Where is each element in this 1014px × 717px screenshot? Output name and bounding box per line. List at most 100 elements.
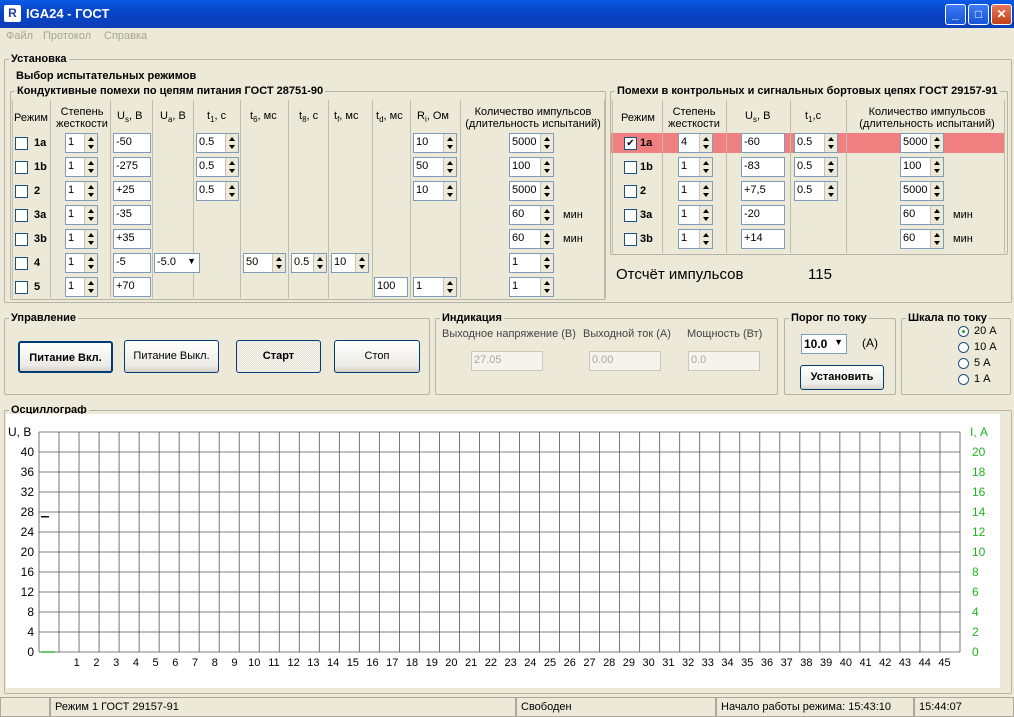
r-count-spinner[interactable]: 60 (900, 205, 944, 225)
us-field[interactable]: -275 (113, 157, 151, 177)
us-field[interactable]: -35 (113, 205, 151, 225)
t1-spinner[interactable]: 0.5 (196, 157, 239, 177)
mode-checkbox[interactable] (15, 209, 28, 222)
spinner-arrows-icon[interactable] (84, 182, 97, 200)
spinner-arrows-icon[interactable] (443, 278, 456, 296)
mode-checkbox[interactable] (15, 233, 28, 246)
count-spinner[interactable]: 5000 (509, 133, 554, 153)
spinner-arrows-icon[interactable] (699, 134, 712, 152)
r-us-field[interactable]: -20 (741, 205, 785, 225)
tf-spinner[interactable]: 10 (331, 253, 369, 273)
r-severity-spinner[interactable]: 1 (678, 229, 713, 249)
ri-spinner[interactable]: 50 (413, 157, 457, 177)
mode-checkbox[interactable] (15, 281, 28, 294)
spinner-arrows-icon[interactable] (225, 158, 238, 176)
spinner-arrows-icon[interactable] (225, 134, 238, 152)
spinner-arrows-icon[interactable] (930, 206, 943, 224)
t1-spinner[interactable]: 0.5 (196, 133, 239, 153)
us-field[interactable]: -50 (113, 133, 151, 153)
spinner-arrows-icon[interactable] (540, 278, 553, 296)
spinner-arrows-icon[interactable] (84, 134, 97, 152)
r-t1-spinner[interactable]: 0.5 (794, 181, 838, 201)
severity-spinner[interactable]: 1 (65, 253, 98, 273)
spinner-arrows-icon[interactable] (84, 206, 97, 224)
spinner-arrows-icon[interactable] (824, 182, 837, 200)
scale-radio[interactable] (958, 374, 969, 385)
t6-spinner[interactable]: 50 (243, 253, 286, 273)
spinner-arrows-icon[interactable] (540, 230, 553, 248)
r-count-spinner[interactable]: 100 (900, 157, 944, 177)
t8-spinner[interactable]: 0.5 (291, 253, 327, 273)
r-mode-checkbox[interactable]: ✔ (624, 137, 637, 150)
mode-checkbox[interactable] (15, 185, 28, 198)
scale-radio[interactable] (958, 358, 969, 369)
spinner-arrows-icon[interactable] (824, 134, 837, 152)
r-count-spinner[interactable]: 5000 (900, 133, 944, 153)
spinner-arrows-icon[interactable] (540, 182, 553, 200)
spinner-arrows-icon[interactable] (699, 158, 712, 176)
r-us-field[interactable]: +7,5 (741, 181, 785, 201)
r-severity-spinner[interactable]: 1 (678, 205, 713, 225)
severity-spinner[interactable]: 1 (65, 133, 98, 153)
us-field[interactable]: +25 (113, 181, 151, 201)
scale-radio[interactable] (958, 326, 969, 337)
r-count-spinner[interactable]: 5000 (900, 181, 944, 201)
us-field[interactable]: +70 (113, 277, 151, 297)
ri-spinner[interactable]: 10 (413, 181, 457, 201)
spinner-arrows-icon[interactable] (272, 254, 285, 272)
spinner-arrows-icon[interactable] (930, 182, 943, 200)
severity-spinner[interactable]: 1 (65, 205, 98, 225)
spinner-arrows-icon[interactable] (930, 158, 943, 176)
spinner-arrows-icon[interactable] (540, 134, 553, 152)
r-mode-checkbox[interactable] (624, 161, 637, 174)
r-severity-spinner[interactable]: 1 (678, 181, 713, 201)
mode-checkbox[interactable] (15, 257, 28, 270)
t1-spinner[interactable]: 0.5 (196, 181, 239, 201)
spinner-arrows-icon[interactable] (540, 158, 553, 176)
spinner-arrows-icon[interactable] (930, 230, 943, 248)
spinner-arrows-icon[interactable] (699, 206, 712, 224)
count-spinner[interactable]: 1 (509, 253, 554, 273)
count-spinner[interactable]: 1 (509, 277, 554, 297)
spinner-arrows-icon[interactable] (84, 230, 97, 248)
scale-radio[interactable] (958, 342, 969, 353)
count-spinner[interactable]: 100 (509, 157, 554, 177)
severity-spinner[interactable]: 1 (65, 277, 98, 297)
spinner-arrows-icon[interactable] (84, 254, 97, 272)
spinner-arrows-icon[interactable] (225, 182, 238, 200)
ri-spinner[interactable]: 1 (413, 277, 457, 297)
count-spinner[interactable]: 60 (509, 229, 554, 249)
spinner-arrows-icon[interactable] (540, 206, 553, 224)
severity-spinner[interactable]: 1 (65, 181, 98, 201)
r-mode-checkbox[interactable] (624, 233, 637, 246)
ua-select[interactable]: -5.0 ▼ (154, 253, 200, 273)
r-us-field[interactable]: -83 (741, 157, 785, 177)
count-spinner[interactable]: 60 (509, 205, 554, 225)
td-field[interactable]: 100 (374, 277, 408, 297)
r-mode-checkbox[interactable] (624, 185, 637, 198)
spinner-arrows-icon[interactable] (443, 134, 456, 152)
spinner-arrows-icon[interactable] (355, 254, 368, 272)
us-field[interactable]: +35 (113, 229, 151, 249)
severity-spinner[interactable]: 1 (65, 157, 98, 177)
r-t1-spinner[interactable]: 0.5 (794, 133, 838, 153)
r-severity-spinner[interactable]: 4 (678, 133, 713, 153)
spinner-arrows-icon[interactable] (699, 182, 712, 200)
spinner-arrows-icon[interactable] (443, 158, 456, 176)
spinner-arrows-icon[interactable] (84, 278, 97, 296)
r-mode-checkbox[interactable] (624, 209, 637, 222)
spinner-arrows-icon[interactable] (930, 134, 943, 152)
spinner-arrows-icon[interactable] (443, 182, 456, 200)
us-field[interactable]: -5 (113, 253, 151, 273)
r-us-field[interactable]: -60 (741, 133, 785, 153)
spinner-arrows-icon[interactable] (84, 158, 97, 176)
count-spinner[interactable]: 5000 (509, 181, 554, 201)
spinner-arrows-icon[interactable] (313, 254, 326, 272)
severity-spinner[interactable]: 1 (65, 229, 98, 249)
r-us-field[interactable]: +14 (741, 229, 785, 249)
r-count-spinner[interactable]: 60 (900, 229, 944, 249)
r-t1-spinner[interactable]: 0.5 (794, 157, 838, 177)
spinner-arrows-icon[interactable] (824, 158, 837, 176)
mode-checkbox[interactable] (15, 137, 28, 150)
spinner-arrows-icon[interactable] (540, 254, 553, 272)
